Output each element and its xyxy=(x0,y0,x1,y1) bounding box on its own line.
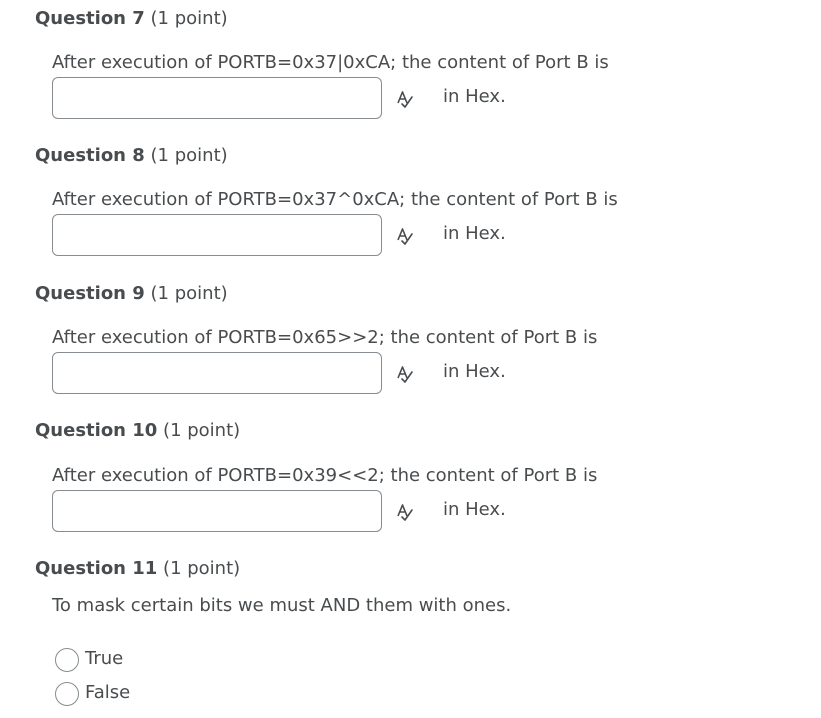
question-title: Question 9 xyxy=(35,283,145,304)
radio-button[interactable] xyxy=(55,682,79,706)
question-points: (1 point) xyxy=(163,420,241,441)
question-header: Question 8 (1 point) xyxy=(35,145,228,166)
question-points: (1 point) xyxy=(150,145,228,166)
answer-field[interactable] xyxy=(52,77,382,119)
spell-check-icon[interactable] xyxy=(395,364,415,384)
answer-suffix: in Hex. xyxy=(443,499,506,520)
question-title: Question 11 xyxy=(35,558,158,579)
question-points: (1 point) xyxy=(163,558,241,579)
question-prompt: To mask certain bits we must AND them wi… xyxy=(52,595,512,616)
question-header: Question 11 (1 point) xyxy=(35,558,240,579)
answer-suffix: in Hex. xyxy=(443,223,506,244)
question-prompt: After execution of PORTB=0x65>>2; the co… xyxy=(52,327,598,348)
question-points: (1 point) xyxy=(150,283,228,304)
answer-field[interactable] xyxy=(52,490,382,532)
question-prompt: After execution of PORTB=0x39<<2; the co… xyxy=(52,465,598,486)
answer-suffix: in Hex. xyxy=(443,361,506,382)
question-header: Question 10 (1 point) xyxy=(35,420,240,441)
radio-button[interactable] xyxy=(55,648,79,672)
answer-field[interactable] xyxy=(52,352,382,394)
answer-suffix: in Hex. xyxy=(443,86,506,107)
question-title: Question 10 xyxy=(35,420,158,441)
question-prompt: After execution of PORTB=0x37|0xCA; the … xyxy=(52,52,609,73)
answer-field[interactable] xyxy=(52,214,382,256)
question-header: Question 7 (1 point) xyxy=(35,8,228,29)
spell-check-icon[interactable] xyxy=(395,502,415,522)
question-points: (1 point) xyxy=(150,8,228,29)
question-header: Question 9 (1 point) xyxy=(35,283,228,304)
question-title: Question 8 xyxy=(35,145,145,166)
spell-check-icon[interactable] xyxy=(395,89,415,109)
choice-label[interactable]: True xyxy=(85,648,123,669)
question-prompt: After execution of PORTB=0x37^0xCA; the … xyxy=(52,189,618,210)
question-title: Question 7 xyxy=(35,8,145,29)
choice-label[interactable]: False xyxy=(85,682,130,703)
spell-check-icon[interactable] xyxy=(395,226,415,246)
